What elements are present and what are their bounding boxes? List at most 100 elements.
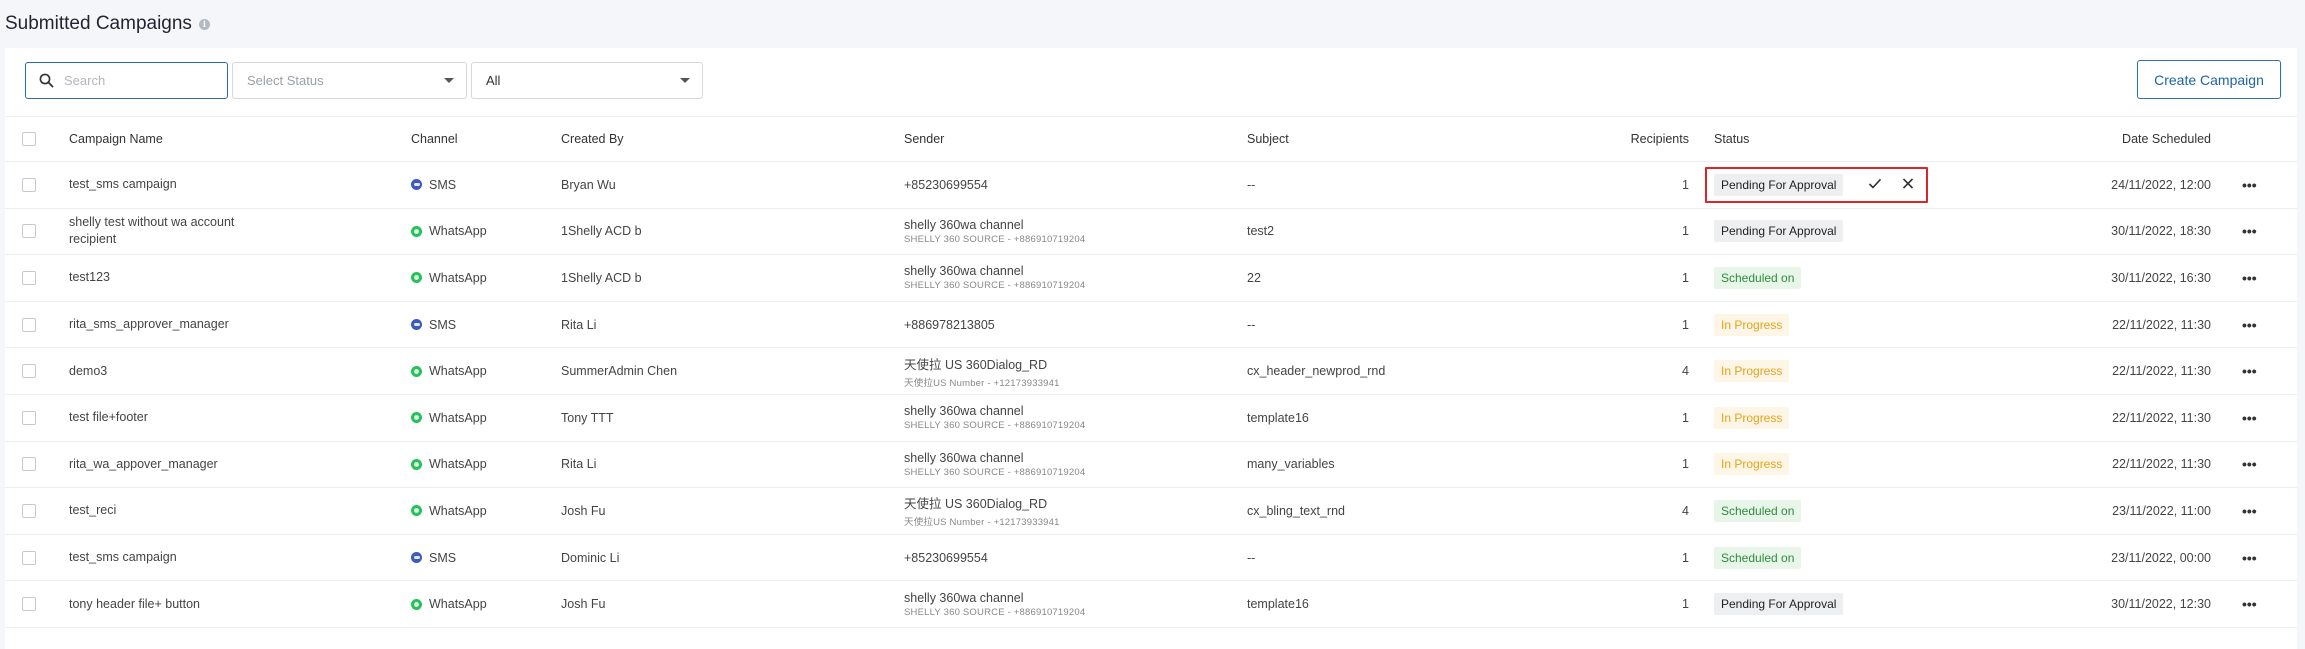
sender-source: 天使拉US Number - +12173933941 — [904, 517, 1060, 529]
sender-source: SHELLY 360 SOURCE - +886910719204 — [904, 466, 1086, 478]
status-badge: Pending For Approval — [1714, 220, 1844, 243]
subject: test2 — [1247, 224, 1275, 239]
subject: cx_bling_text_rnd — [1247, 503, 1345, 518]
status-badge: Pending For Approval — [1714, 593, 1844, 616]
column-header-created-by[interactable]: Created By — [561, 117, 624, 161]
reject-close-icon[interactable] — [1902, 177, 1914, 192]
table-row[interactable]: test_sms campaign SMS Bryan Wu +85230699… — [5, 162, 2297, 209]
row-checkbox[interactable] — [22, 410, 36, 425]
row-checkbox[interactable] — [22, 364, 36, 379]
more-actions-icon[interactable]: ••• — [2242, 581, 2257, 627]
date-scheduled: 22/11/2022, 11:30 — [2112, 317, 2211, 332]
created-by: 1Shelly ACD b — [561, 224, 642, 239]
subject: -- — [1247, 317, 1256, 332]
status-badge: In Progress — [1714, 453, 1790, 476]
table-row[interactable]: test_sms campaign SMS Dominic Li +852306… — [5, 535, 2297, 582]
recipients-count: 1 — [1682, 550, 1689, 565]
campaign-name[interactable]: test_sms campaign — [69, 535, 269, 581]
table-row[interactable]: test file+footer WhatsApp Tony TTT shell… — [5, 395, 2297, 442]
row-checkbox[interactable] — [22, 550, 36, 565]
more-actions-icon[interactable]: ••• — [2242, 488, 2257, 534]
table-row[interactable]: test_reci WhatsApp Josh Fu 天使拉 US 360Dia… — [5, 488, 2297, 535]
column-header-sender[interactable]: Sender — [904, 117, 944, 161]
channel-label: WhatsApp — [429, 503, 487, 518]
campaign-name[interactable]: test_reci — [69, 488, 269, 534]
whatsapp-icon — [411, 598, 422, 610]
row-checkbox[interactable] — [22, 503, 36, 518]
campaigns-card: Select Status All Create Campaign Campai… — [5, 48, 2297, 649]
row-checkbox[interactable] — [22, 270, 36, 285]
date-scheduled: 22/11/2022, 11:30 — [2112, 364, 2211, 379]
sender-name: 天使拉 US 360Dialog_RD — [904, 497, 1048, 512]
channel-label: SMS — [429, 177, 457, 192]
channel: SMS — [411, 162, 456, 208]
column-header-name[interactable]: Campaign Name — [69, 117, 269, 161]
row-checkbox[interactable] — [22, 224, 36, 239]
type-select[interactable]: All — [471, 62, 703, 99]
create-campaign-button[interactable]: Create Campaign — [2137, 60, 2281, 99]
channel: WhatsApp — [411, 581, 487, 627]
recipients-count: 1 — [1682, 224, 1689, 239]
table-row[interactable]: tony header file+ button WhatsApp Josh F… — [5, 581, 2297, 628]
campaign-name[interactable]: test_sms campaign — [69, 162, 269, 208]
more-actions-icon[interactable]: ••• — [2242, 395, 2257, 441]
row-checkbox[interactable] — [22, 317, 36, 332]
sender: shelly 360wa channel SHELLY 360 SOURCE -… — [904, 442, 1085, 488]
recipients-count: 1 — [1682, 270, 1689, 285]
date-scheduled: 23/11/2022, 11:00 — [2112, 503, 2211, 518]
more-actions-icon[interactable]: ••• — [2242, 255, 2257, 301]
more-actions-icon[interactable]: ••• — [2242, 535, 2257, 581]
status-select[interactable]: Select Status — [232, 62, 467, 99]
channel-label: SMS — [429, 317, 457, 332]
campaign-name[interactable]: rita_sms_approver_manager — [69, 302, 269, 348]
date-scheduled: 23/11/2022, 00:00 — [2111, 550, 2211, 565]
whatsapp-icon — [411, 225, 422, 237]
campaign-name[interactable]: demo3 — [69, 348, 269, 394]
page-header: Submitted Campaigns i — [0, 0, 2305, 48]
sms-icon — [411, 319, 422, 331]
created-by: SummerAdmin Chen — [561, 364, 678, 379]
table-row[interactable]: rita_sms_approver_manager SMS Rita Li +8… — [5, 302, 2297, 349]
table-row[interactable]: demo3 WhatsApp SummerAdmin Chen 天使拉 US 3… — [5, 348, 2297, 395]
table-row[interactable]: test123 WhatsApp 1Shelly ACD b shelly 36… — [5, 255, 2297, 302]
campaign-name[interactable]: tony header file+ button — [69, 581, 269, 627]
more-actions-icon[interactable]: ••• — [2242, 442, 2257, 488]
subject: many_variables — [1247, 457, 1335, 472]
search-box[interactable] — [25, 62, 228, 99]
whatsapp-icon — [411, 412, 422, 424]
sender: shelly 360wa channel SHELLY 360 SOURCE -… — [904, 581, 1085, 627]
table-row[interactable]: shelly test without wa account recipient… — [5, 209, 2297, 256]
more-actions-icon[interactable]: ••• — [2242, 209, 2257, 255]
campaign-name[interactable]: rita_wa_appover_manager — [69, 442, 269, 488]
row-checkbox[interactable] — [22, 597, 36, 612]
column-header-subject[interactable]: Subject — [1247, 117, 1289, 161]
campaigns-table: Campaign Name Channel Created By Sender … — [5, 116, 2297, 628]
more-actions-icon[interactable]: ••• — [2242, 302, 2257, 348]
column-header-recipients[interactable]: Recipients — [1565, 117, 1689, 161]
recipients-count: 1 — [1682, 177, 1689, 192]
date-scheduled: 30/11/2022, 16:30 — [2111, 270, 2211, 285]
channel: SMS — [411, 535, 456, 581]
sender: +886978213805 — [904, 302, 995, 348]
sender-name: +886978213805 — [904, 317, 995, 332]
column-header-date-scheduled[interactable]: Date Scheduled — [1955, 117, 2211, 161]
search-input[interactable] — [64, 73, 204, 88]
more-actions-icon[interactable]: ••• — [2242, 162, 2257, 208]
channel-label: WhatsApp — [429, 410, 487, 425]
row-checkbox[interactable] — [22, 177, 36, 192]
select-all-checkbox[interactable] — [22, 132, 36, 146]
approve-check-icon[interactable] — [1868, 177, 1882, 192]
table-header-row: Campaign Name Channel Created By Sender … — [5, 116, 2297, 162]
channel-label: SMS — [429, 550, 457, 565]
campaign-name[interactable]: test file+footer — [69, 395, 269, 441]
info-icon[interactable]: i — [198, 18, 210, 30]
channel-label: WhatsApp — [429, 270, 487, 285]
campaign-name[interactable]: shelly test without wa account recipient — [69, 209, 269, 255]
row-checkbox[interactable] — [22, 457, 36, 472]
column-header-status[interactable]: Status — [1714, 117, 1749, 161]
campaign-name[interactable]: test123 — [69, 255, 269, 301]
column-header-channel[interactable]: Channel — [411, 117, 458, 161]
sender-source: 天使拉US Number - +12173933941 — [904, 377, 1060, 389]
more-actions-icon[interactable]: ••• — [2242, 348, 2257, 394]
table-row[interactable]: rita_wa_appover_manager WhatsApp Rita Li… — [5, 442, 2297, 489]
